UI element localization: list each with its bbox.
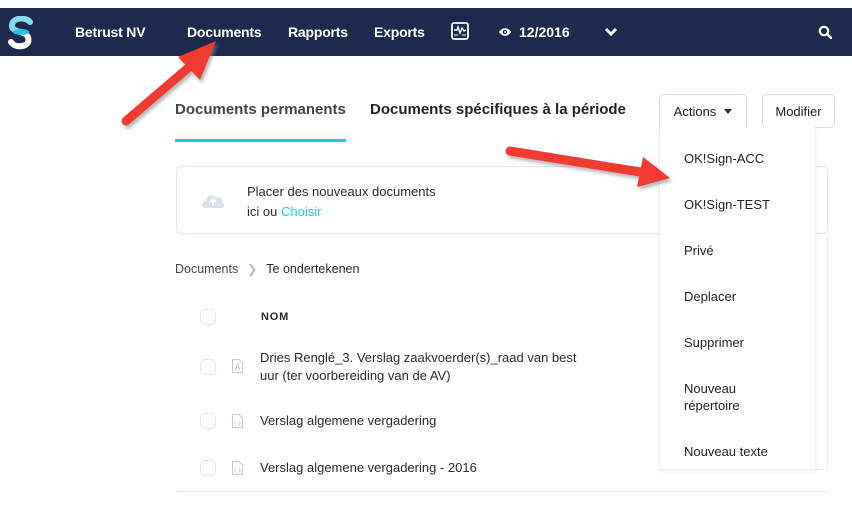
upload-prefix: ici ou bbox=[247, 204, 281, 219]
row-checkbox[interactable] bbox=[200, 460, 216, 476]
breadcrumb-separator-icon: ❯ bbox=[247, 262, 258, 276]
document-name[interactable]: Dries Renglé_3. Verslag zaakvoerder(s)_r… bbox=[260, 349, 577, 385]
upload-line-2: ici ou Choisir bbox=[247, 202, 436, 222]
modifier-button[interactable]: Modifier bbox=[762, 94, 835, 128]
pdf-file-icon bbox=[232, 359, 243, 373]
breadcrumb: Documents ❯ Te ondertekenen bbox=[175, 262, 359, 276]
tab-documents-periode[interactable]: Documents spécifiques à la période bbox=[370, 101, 626, 118]
menu-item-prive[interactable]: Privé bbox=[684, 242, 714, 259]
chevron-down-icon[interactable] bbox=[604, 26, 618, 38]
document-name[interactable]: Verslag algemene vergadering - 2016 bbox=[260, 459, 477, 477]
period-value: 12/2016 bbox=[519, 24, 570, 40]
eye-icon bbox=[499, 28, 511, 36]
nav-documents[interactable]: Documents bbox=[187, 8, 262, 56]
code-file-icon bbox=[232, 461, 243, 475]
menu-item-oksign-test[interactable]: OK!Sign-TEST bbox=[684, 196, 770, 213]
logo-icon[interactable] bbox=[8, 16, 34, 50]
nav-exports[interactable]: Exports bbox=[374, 8, 425, 56]
breadcrumb-documents[interactable]: Documents bbox=[175, 262, 238, 276]
document-name-line-2: uur (ter voorbereiding van de AV) bbox=[260, 368, 451, 383]
menu-item-deplacer[interactable]: Deplacer bbox=[684, 288, 736, 305]
actions-label: Actions bbox=[673, 104, 717, 119]
period-selector[interactable]: 12/2016 bbox=[498, 8, 570, 56]
breadcrumb-current: Te ondertekenen bbox=[266, 262, 360, 276]
menu-item-nouveau-texte[interactable]: Nouveau texte bbox=[684, 443, 768, 460]
document-name-line-1: Dries Renglé_3. Verslag zaakvoerder(s)_r… bbox=[260, 350, 577, 365]
caret-down-icon bbox=[724, 109, 733, 114]
tab-documents-permanents[interactable]: Documents permanents bbox=[175, 101, 346, 118]
panel-border bbox=[816, 235, 828, 470]
monitor-chart-icon[interactable] bbox=[451, 22, 469, 40]
document-name[interactable]: Verslag algemene vergadering bbox=[260, 412, 436, 430]
cloud-upload-icon bbox=[202, 195, 225, 208]
upload-line-1: Placer des nouveaux documents bbox=[247, 184, 436, 199]
active-tab-indicator bbox=[175, 139, 346, 142]
choose-file-link[interactable]: Choisir bbox=[281, 204, 321, 219]
modifier-label: Modifier bbox=[775, 103, 822, 119]
row-checkbox[interactable] bbox=[200, 359, 216, 375]
menu-item-supprimer[interactable]: Supprimer bbox=[684, 334, 744, 351]
menu-item-oksign-acc[interactable]: OK!Sign-ACC bbox=[684, 150, 764, 167]
code-file-icon bbox=[232, 414, 243, 428]
actions-dropdown-button[interactable]: Actions bbox=[659, 94, 747, 128]
upload-instructions: Placer des nouveaux documents ici ou Cho… bbox=[247, 182, 436, 222]
select-all-checkbox[interactable] bbox=[200, 309, 216, 325]
column-header-nom[interactable]: NOM bbox=[261, 311, 289, 323]
actions-dropdown-menu: OK!Sign-ACC OK!Sign-TEST Privé Deplacer … bbox=[659, 127, 816, 470]
search-icon[interactable] bbox=[818, 25, 832, 39]
table-divider bbox=[176, 491, 828, 492]
row-checkbox[interactable] bbox=[200, 413, 216, 429]
top-navbar: Betrust NV Documents Rapports Exports 12… bbox=[0, 8, 852, 56]
nav-rapports[interactable]: Rapports bbox=[288, 8, 348, 56]
menu-item-nouveau-repertoire[interactable]: Nouveau répertoire bbox=[684, 380, 764, 414]
company-name[interactable]: Betrust NV bbox=[75, 8, 146, 56]
